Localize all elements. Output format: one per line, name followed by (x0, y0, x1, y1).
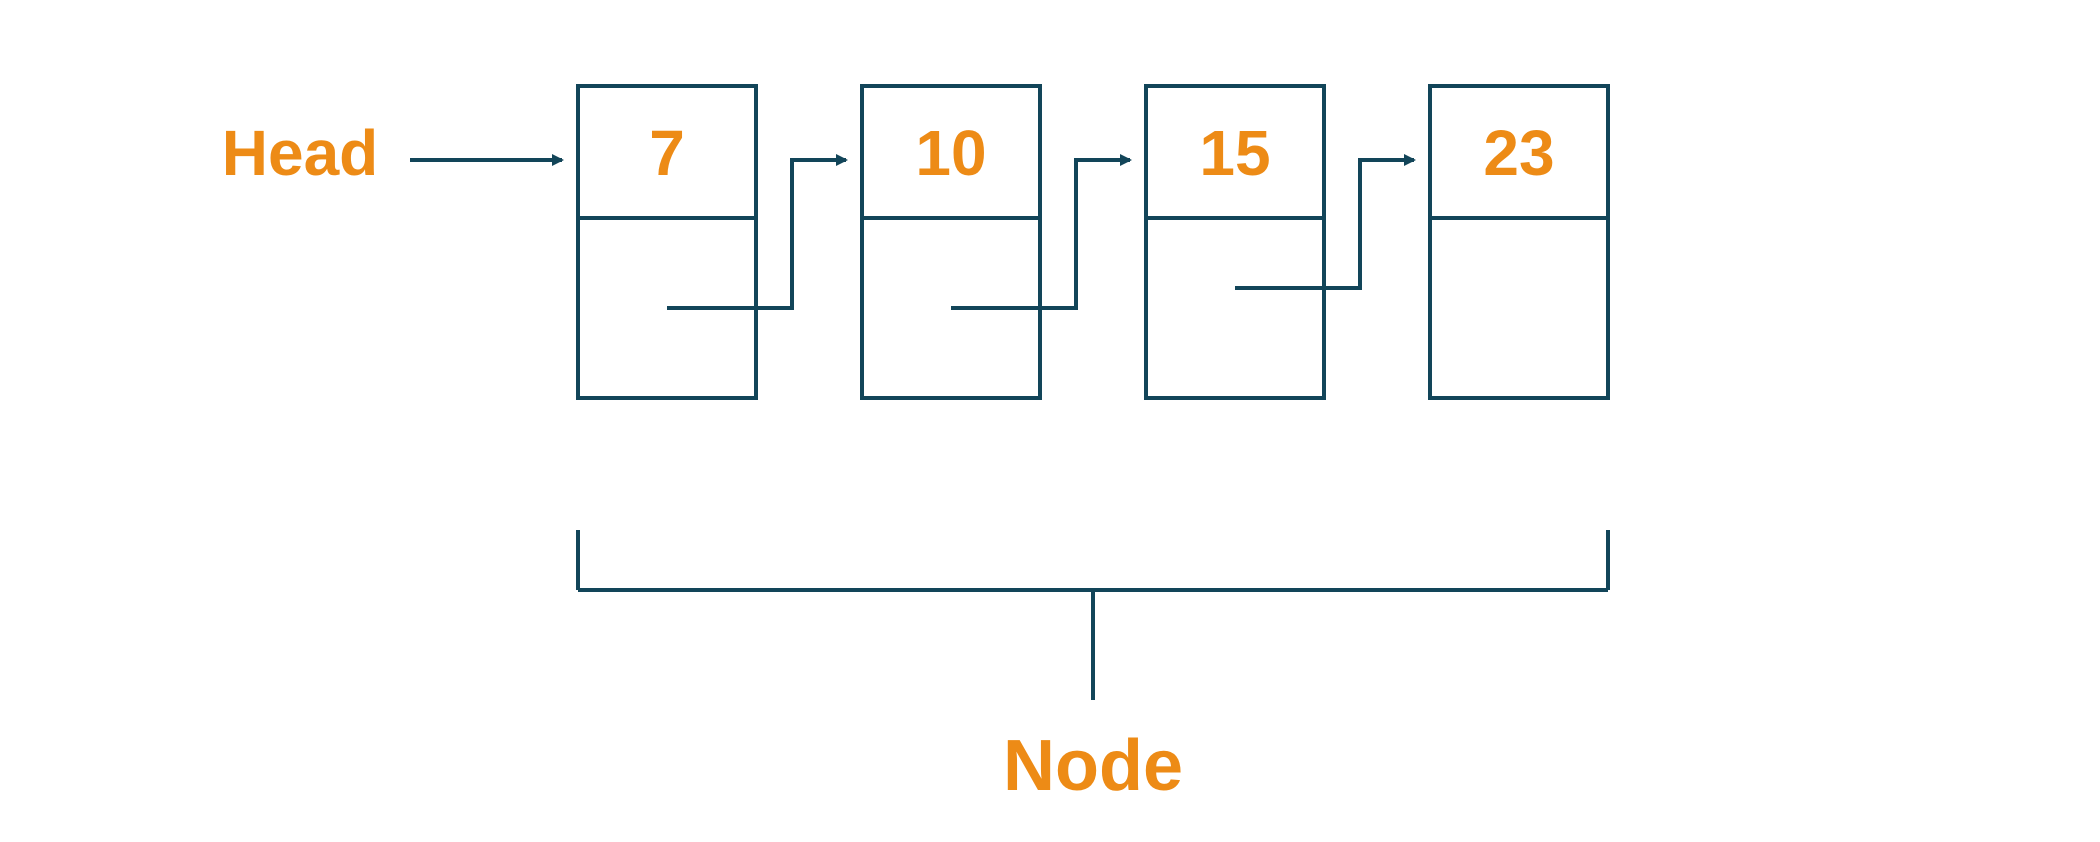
head-label: Head (222, 117, 379, 189)
node-2-value: 10 (915, 117, 986, 189)
node-2: 10 (862, 86, 1040, 398)
node-4: 23 (1430, 86, 1608, 398)
node-3: 15 (1146, 86, 1324, 398)
node-label: Node (1003, 726, 1183, 806)
linked-list-diagram: Head 7 10 15 23 Node (0, 0, 2100, 842)
node-1: 7 (578, 86, 756, 398)
node-1-value: 7 (649, 117, 685, 189)
node-bracket (578, 530, 1608, 700)
node-3-value: 15 (1199, 117, 1270, 189)
node-4-value: 23 (1483, 117, 1554, 189)
